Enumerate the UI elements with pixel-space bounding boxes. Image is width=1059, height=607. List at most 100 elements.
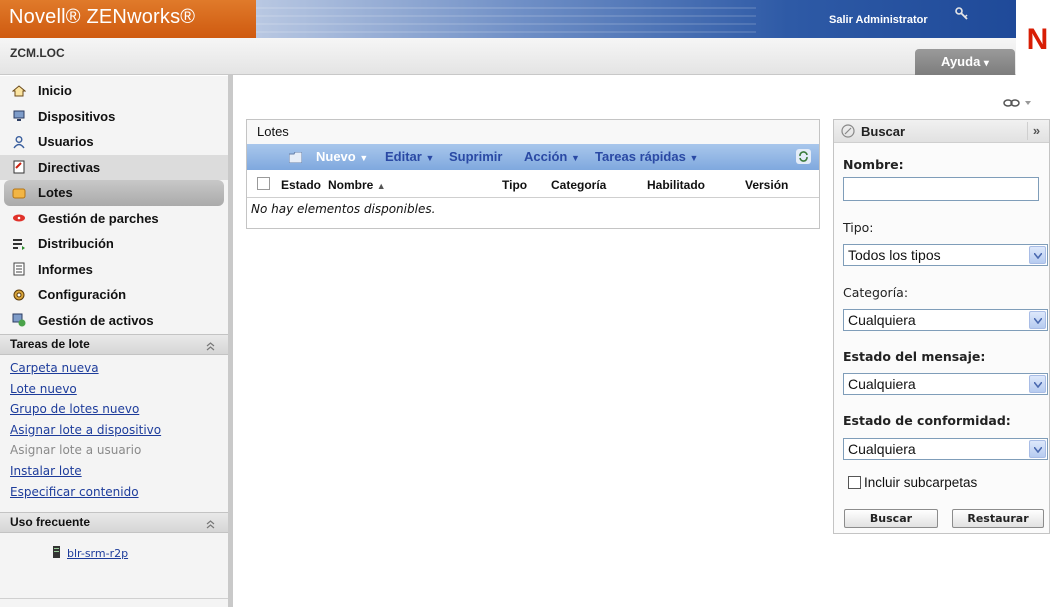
- type-value: Todos los tipos: [848, 247, 941, 263]
- divider: [0, 598, 228, 599]
- nav-distribucion[interactable]: Distribución: [0, 231, 228, 257]
- search-icon: [841, 124, 855, 138]
- bundles-panel: Lotes Nuevo ▼ Editar ▼ Suprimir Acción ▼…: [246, 119, 820, 229]
- task-item[interactable]: Especificar contenido: [10, 485, 161, 506]
- nav-label: Usuarios: [38, 134, 94, 150]
- column-estado[interactable]: Estado: [281, 178, 321, 192]
- task-item[interactable]: Carpeta nueva: [10, 361, 161, 382]
- task-item[interactable]: Asignar lote a dispositivo: [10, 423, 161, 444]
- frequent-item[interactable]: blr-srm-r2p: [52, 546, 128, 561]
- type-select[interactable]: Todos los tipos: [843, 244, 1048, 266]
- task-label-disabled: Asignar lote a usuario: [10, 443, 142, 458]
- task-link[interactable]: Asignar lote a dispositivo: [10, 423, 161, 437]
- column-tipo[interactable]: Tipo: [502, 178, 527, 192]
- task-item[interactable]: Grupo de lotes nuevo: [10, 402, 161, 423]
- delete-label: Suprimir: [449, 149, 503, 164]
- action-menu[interactable]: Acción ▼: [524, 149, 580, 164]
- select-all-checkbox[interactable]: [257, 177, 270, 190]
- column-label: Nombre: [328, 178, 374, 192]
- novell-logo: N: [1016, 0, 1059, 75]
- nav-label: Gestión de activos: [38, 312, 154, 328]
- bundles-toolbar: Nuevo ▼ Editar ▼ Suprimir Acción ▼ Tarea…: [247, 144, 819, 170]
- new-menu[interactable]: Nuevo ▼: [316, 149, 368, 164]
- nav-label: Dispositivos: [38, 108, 116, 124]
- panel-title: Lotes: [247, 120, 819, 144]
- task-item-disabled: Asignar lote a usuario: [10, 443, 161, 464]
- name-label: Nombre:: [843, 157, 904, 172]
- column-habilitado[interactable]: Habilitado: [647, 178, 705, 192]
- task-item[interactable]: Lote nuevo: [10, 382, 161, 403]
- help-menu-button[interactable]: Ayuda ▾: [915, 49, 1015, 75]
- link-icon[interactable]: [1003, 97, 1033, 107]
- policy-icon: [12, 160, 26, 174]
- frequent-header[interactable]: Uso frecuente: [0, 512, 228, 533]
- task-link[interactable]: Carpeta nueva: [10, 361, 99, 375]
- nav-usuarios[interactable]: Usuarios: [0, 129, 228, 155]
- bundle-tasks-header[interactable]: Tareas de lote: [0, 334, 228, 355]
- nav-dispositivos[interactable]: Dispositivos: [0, 104, 228, 130]
- quick-tasks-menu[interactable]: Tareas rápidas ▼: [595, 149, 698, 164]
- edit-label: Editar: [385, 149, 422, 164]
- chevron-down-icon[interactable]: [1029, 440, 1046, 458]
- delete-button[interactable]: Suprimir: [449, 149, 502, 164]
- compliance-value: Cualquiera: [848, 441, 916, 457]
- edit-menu[interactable]: Editar ▼: [385, 149, 434, 164]
- collapse-icon[interactable]: [205, 339, 216, 351]
- nav-label: Gestión de parches: [38, 210, 159, 226]
- nav-gestion-activos[interactable]: Gestión de activos: [0, 308, 228, 334]
- server-icon: [52, 546, 61, 561]
- sidebar-splitter[interactable]: [228, 75, 233, 607]
- chevron-down-icon[interactable]: [1029, 375, 1046, 393]
- task-link[interactable]: Instalar lote: [10, 464, 82, 478]
- empty-message: No hay elementos disponibles.: [251, 202, 436, 216]
- signout-link[interactable]: Salir Administrator: [829, 14, 928, 26]
- chevron-down-icon[interactable]: [1029, 311, 1046, 329]
- task-link[interactable]: Grupo de lotes nuevo: [10, 402, 139, 416]
- search-panel: Buscar » Nombre: Tipo: Todos los tipos C…: [833, 119, 1050, 534]
- nav-inicio[interactable]: Inicio: [0, 78, 228, 104]
- category-select[interactable]: Cualquiera: [843, 309, 1048, 331]
- task-link[interactable]: Especificar contenido: [10, 485, 139, 499]
- column-nombre[interactable]: Nombre ▲: [328, 178, 386, 192]
- action-label: Acción: [524, 149, 568, 164]
- nav-gestion-parches[interactable]: Gestión de parches: [0, 206, 228, 232]
- category-value: Cualquiera: [848, 312, 916, 328]
- report-icon: [12, 262, 26, 276]
- reset-button[interactable]: Restaurar: [952, 509, 1044, 528]
- zone-bar: ZCM.LOC: [0, 38, 1016, 75]
- refresh-icon[interactable]: [796, 149, 811, 164]
- home-icon: [11, 84, 27, 98]
- task-item[interactable]: Instalar lote: [10, 464, 161, 485]
- task-link[interactable]: Lote nuevo: [10, 382, 77, 396]
- message-status-select[interactable]: Cualquiera: [843, 373, 1048, 395]
- header: Novell® ZENworks® Salir Administrator N …: [0, 0, 1059, 75]
- expand-panel-icon[interactable]: »: [1027, 122, 1045, 140]
- nav-directivas[interactable]: Directivas: [0, 154, 228, 180]
- type-label: Tipo:: [843, 220, 874, 235]
- table-header: Estado Nombre ▲ Tipo Categoría Habilitad…: [247, 170, 819, 198]
- include-subfolders-checkbox[interactable]: [848, 476, 861, 489]
- nav-informes[interactable]: Informes: [0, 257, 228, 283]
- compliance-select[interactable]: Cualquiera: [843, 438, 1048, 460]
- frequent-link[interactable]: blr-srm-r2p: [67, 547, 128, 560]
- search-title: Buscar: [861, 124, 906, 139]
- asset-icon: [12, 313, 26, 327]
- sort-asc-icon: ▲: [376, 181, 386, 191]
- help-label: Ayuda: [941, 54, 981, 69]
- collapse-icon[interactable]: [205, 517, 216, 529]
- search-button[interactable]: Buscar: [844, 509, 938, 528]
- monitor-icon: [12, 109, 26, 123]
- column-categoria[interactable]: Categoría: [551, 178, 606, 192]
- name-input[interactable]: [843, 177, 1039, 201]
- nav-label: Directivas: [38, 159, 101, 175]
- nav-configuracion[interactable]: Configuración: [0, 282, 228, 308]
- nav-lotes[interactable]: Lotes: [4, 180, 224, 206]
- message-status-value: Cualquiera: [848, 376, 916, 392]
- search-header: Buscar »: [834, 120, 1049, 143]
- column-version[interactable]: Versión: [745, 178, 788, 192]
- message-status-label: Estado del mensaje:: [843, 349, 986, 364]
- chevron-down-icon[interactable]: [1029, 246, 1046, 264]
- include-subfolders-option[interactable]: Incluir subcarpetas: [848, 475, 977, 490]
- key-icon[interactable]: [955, 7, 969, 21]
- config-icon: [12, 288, 26, 302]
